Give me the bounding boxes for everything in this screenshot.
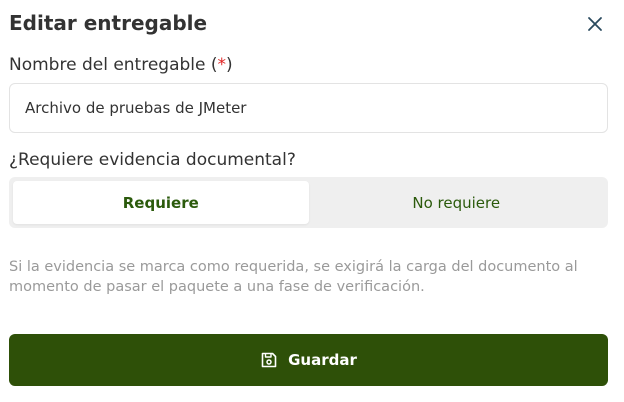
evidence-toggle: Requiere No requiere: [9, 177, 608, 228]
edit-deliverable-dialog: Editar entregable Nombre del entregable …: [0, 0, 624, 402]
close-button[interactable]: [584, 13, 606, 35]
save-icon: [260, 351, 278, 369]
save-button-label: Guardar: [288, 351, 357, 369]
dialog-title: Editar entregable: [9, 11, 208, 35]
evidence-question-label: ¿Requiere evidencia documental?: [9, 150, 296, 170]
required-asterisk: *: [217, 55, 227, 75]
name-label-text: Nombre del entregable (: [9, 55, 218, 75]
name-label-suffix: ): [226, 55, 233, 75]
close-icon: [588, 17, 602, 31]
save-button[interactable]: Guardar: [9, 334, 608, 386]
name-field-label: Nombre del entregable (*): [9, 54, 233, 76]
option-no-requiere[interactable]: No requiere: [309, 181, 605, 224]
option-requiere[interactable]: Requiere: [13, 181, 309, 224]
deliverable-name-input[interactable]: [9, 83, 608, 133]
evidence-hint-text: Si la evidencia se marca como requerida,…: [9, 259, 578, 295]
